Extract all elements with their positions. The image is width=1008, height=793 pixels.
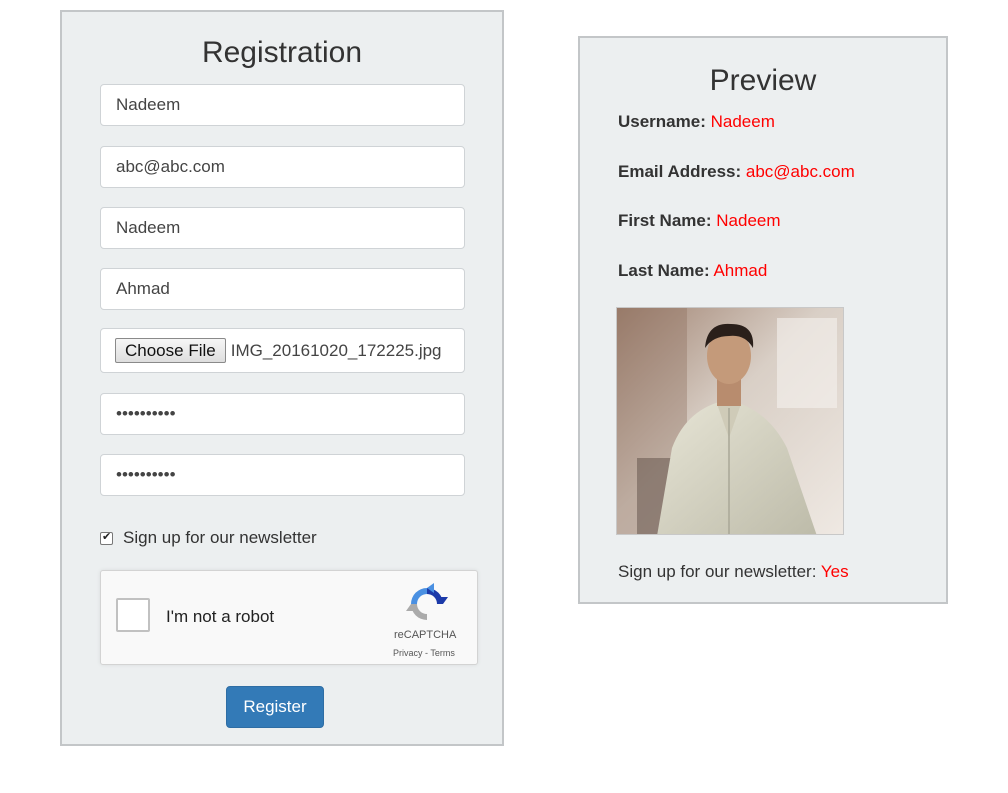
preview-last-name-label: Last Name:	[618, 261, 710, 280]
preview-newsletter-label: Sign up for our newsletter:	[618, 562, 817, 581]
file-name: IMG_20161020_172225.jpg	[230, 340, 442, 360]
preview-username-label: Username:	[618, 112, 706, 131]
password-input[interactable]	[100, 393, 465, 435]
recaptcha-links[interactable]: Privacy - Terms	[393, 648, 455, 658]
registration-title: Registration	[201, 36, 363, 69]
preview-first-name-value: Nadeem	[716, 211, 781, 230]
preview-email-value: abc@abc.com	[745, 162, 855, 181]
preview-username: Username: Nadeem	[618, 112, 775, 132]
newsletter-checkbox[interactable]	[100, 530, 113, 545]
registration-panel: Registration Choose File IMG_20161020_17…	[60, 10, 504, 746]
username-input[interactable]	[100, 84, 465, 126]
choose-file-button[interactable]: Choose File	[115, 338, 226, 363]
recaptcha-brand: reCAPTCHA	[394, 629, 457, 641]
preview-username-value: Nadeem	[710, 112, 775, 131]
recaptcha-widget: I'm not a robot reCAPTCHA Privacy - Term…	[100, 570, 478, 665]
preview-newsletter-value: Yes	[820, 562, 849, 581]
email-input[interactable]	[100, 146, 465, 188]
preview-first-name-label: First Name:	[618, 211, 712, 230]
file-input[interactable]: Choose File IMG_20161020_172225.jpg	[100, 328, 465, 373]
first-name-input[interactable]	[100, 207, 465, 249]
preview-last-name-value: Ahmad	[713, 261, 768, 280]
preview-newsletter: Sign up for our newsletter: Yes	[618, 562, 849, 582]
preview-email-label: Email Address:	[618, 162, 742, 181]
last-name-input[interactable]	[100, 268, 465, 310]
newsletter-label: Sign up for our newsletter	[123, 528, 317, 547]
recaptcha-checkbox[interactable]	[116, 598, 150, 632]
preview-last-name: Last Name: Ahmad	[618, 261, 767, 281]
preview-first-name: First Name: Nadeem	[618, 211, 781, 231]
preview-email: Email Address: abc@abc.com	[618, 162, 855, 182]
preview-photo	[616, 307, 844, 535]
recaptcha-label: I'm not a robot	[166, 607, 275, 626]
newsletter-row: Sign up for our newsletter	[100, 528, 317, 548]
preview-title: Preview	[709, 64, 817, 97]
confirm-password-input[interactable]	[100, 454, 465, 496]
register-button[interactable]: Register	[226, 686, 324, 728]
preview-panel: Preview Username: Nadeem Email Address: …	[578, 36, 948, 604]
recaptcha-logo-icon	[406, 583, 448, 620]
